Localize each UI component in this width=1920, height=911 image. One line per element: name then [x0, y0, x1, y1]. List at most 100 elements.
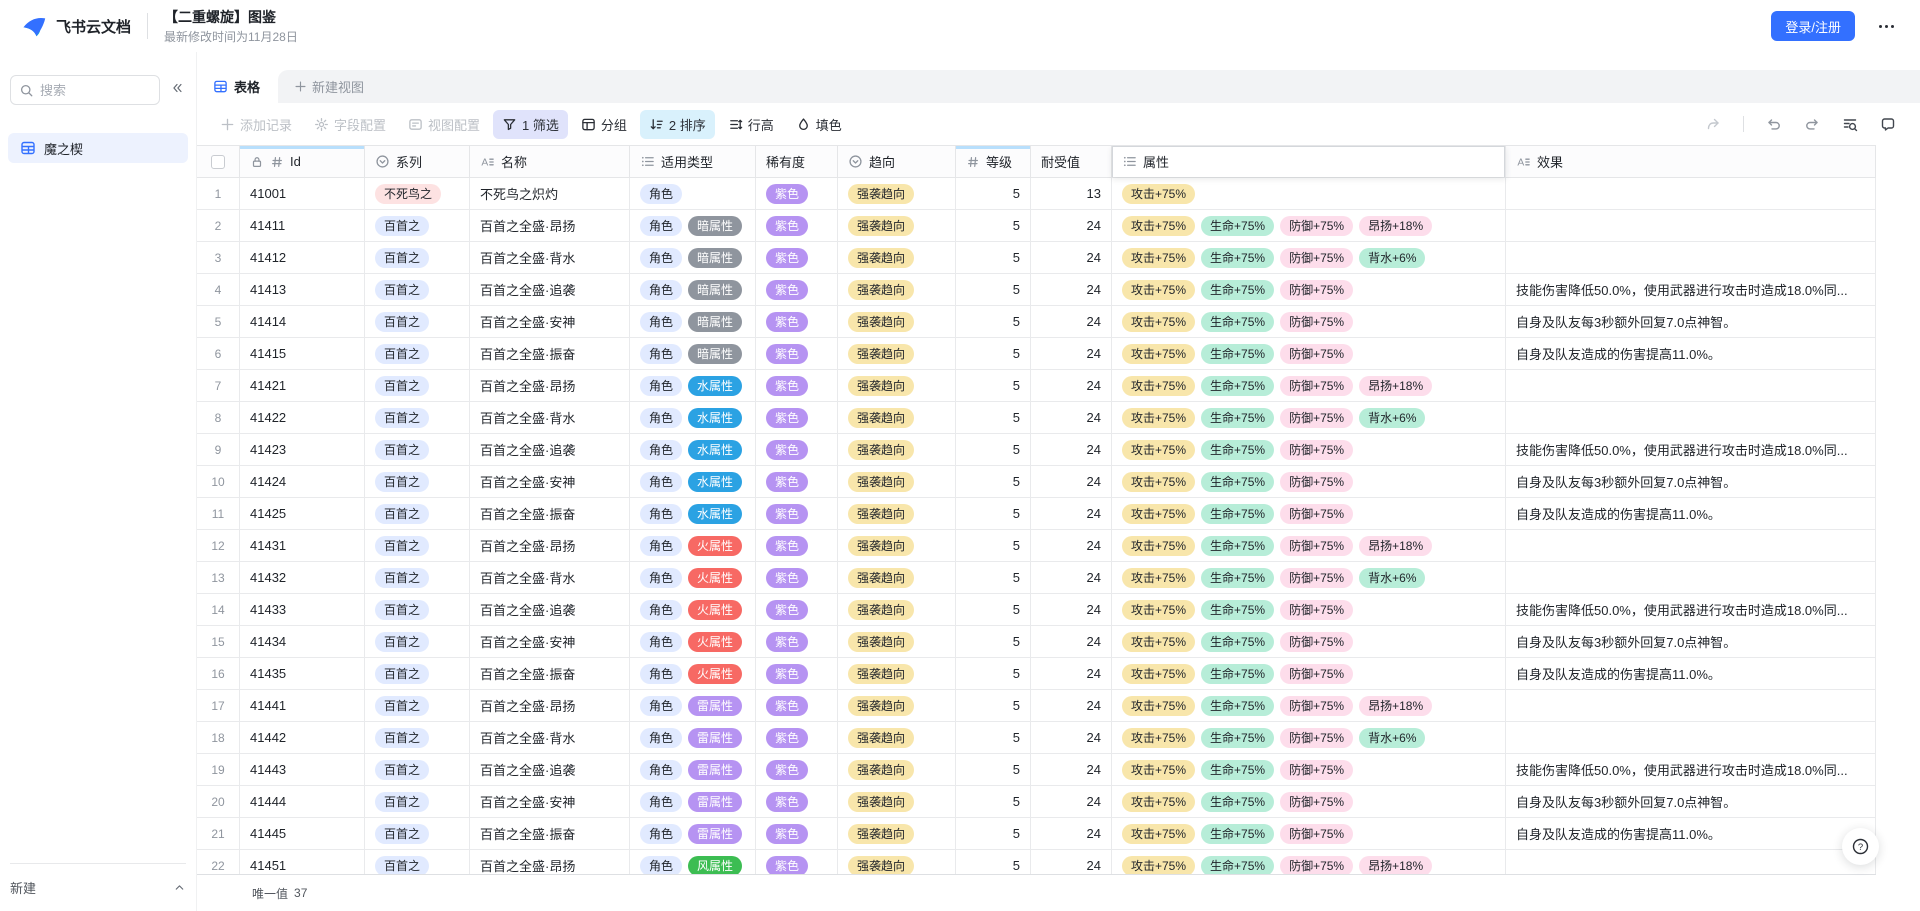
- cell-level[interactable]: 5: [956, 466, 1031, 497]
- tab-grid-view[interactable]: 表格: [197, 70, 278, 103]
- new-view-button[interactable]: 新建视图: [294, 77, 364, 96]
- toolbar-add-record-button[interactable]: 添加记录: [211, 110, 301, 139]
- row-number[interactable]: 21: [197, 818, 240, 849]
- cell-trend[interactable]: 强袭趋向: [838, 498, 956, 529]
- cell-level[interactable]: 5: [956, 498, 1031, 529]
- cell-series[interactable]: 百首之: [365, 786, 470, 817]
- row-number[interactable]: 9: [197, 434, 240, 465]
- cell-attrs[interactable]: 攻击+75%生命+75%防御+75%: [1112, 466, 1506, 497]
- cell-types[interactable]: 角色火属性: [630, 562, 756, 593]
- cell-level[interactable]: 5: [956, 306, 1031, 337]
- cell-level[interactable]: 5: [956, 370, 1031, 401]
- row-number[interactable]: 22: [197, 850, 240, 875]
- cell-attrs[interactable]: 攻击+75%生命+75%防御+75%: [1112, 306, 1506, 337]
- cell-effect[interactable]: 技能伤害降低50.0%，使用武器进行攻击时造成18.0%同...: [1506, 594, 1876, 625]
- cell-types[interactable]: 角色暗属性: [630, 274, 756, 305]
- cell-attrs[interactable]: 攻击+75%生命+75%防御+75%: [1112, 434, 1506, 465]
- row-number[interactable]: 10: [197, 466, 240, 497]
- cell-name[interactable]: 百首之全盛·安神: [470, 306, 630, 337]
- cell-name[interactable]: 百首之全盛·振奋: [470, 498, 630, 529]
- cell-effect[interactable]: 技能伤害降低50.0%，使用武器进行攻击时造成18.0%同...: [1506, 754, 1876, 785]
- cell-effect[interactable]: [1506, 722, 1876, 753]
- cell-series[interactable]: 百首之: [365, 402, 470, 433]
- cell-rarity[interactable]: 紫色: [756, 786, 838, 817]
- more-menu-icon[interactable]: [1873, 19, 1900, 34]
- cell-level[interactable]: 5: [956, 338, 1031, 369]
- cell-id[interactable]: 41421: [240, 370, 365, 401]
- widget-icon[interactable]: [1880, 116, 1896, 132]
- cell-name[interactable]: 百首之全盛·昂扬: [470, 690, 630, 721]
- cell-id[interactable]: 41415: [240, 338, 365, 369]
- toolbar-row-height-button[interactable]: 行高: [719, 110, 783, 139]
- cell-endurance[interactable]: 24: [1031, 818, 1112, 849]
- cell-rarity[interactable]: 紫色: [756, 402, 838, 433]
- cell-name[interactable]: 百首之全盛·安神: [470, 786, 630, 817]
- cell-level[interactable]: 5: [956, 626, 1031, 657]
- cell-endurance[interactable]: 24: [1031, 754, 1112, 785]
- cell-rarity[interactable]: 紫色: [756, 818, 838, 849]
- cell-id[interactable]: 41451: [240, 850, 365, 875]
- cell-name[interactable]: 百首之全盛·昂扬: [470, 210, 630, 241]
- column-header-attrs[interactable]: 属性: [1112, 146, 1506, 177]
- toolbar-field-config-button[interactable]: 字段配置: [305, 110, 395, 139]
- login-register-button[interactable]: 登录/注册: [1771, 11, 1855, 41]
- cell-series[interactable]: 百首之: [365, 242, 470, 273]
- cell-types[interactable]: 角色暗属性: [630, 242, 756, 273]
- cell-types[interactable]: 角色水属性: [630, 498, 756, 529]
- cell-level[interactable]: 5: [956, 594, 1031, 625]
- cell-level[interactable]: 5: [956, 850, 1031, 875]
- cell-endurance[interactable]: 24: [1031, 530, 1112, 561]
- cell-trend[interactable]: 强袭趋向: [838, 530, 956, 561]
- cell-rarity[interactable]: 紫色: [756, 274, 838, 305]
- column-header-series[interactable]: 系列: [365, 146, 470, 177]
- cell-name[interactable]: 百首之全盛·振奋: [470, 658, 630, 689]
- cell-series[interactable]: 百首之: [365, 690, 470, 721]
- cell-series[interactable]: 百首之: [365, 658, 470, 689]
- cell-id[interactable]: 41411: [240, 210, 365, 241]
- cell-name[interactable]: 百首之全盛·安神: [470, 466, 630, 497]
- cell-series[interactable]: 百首之: [365, 562, 470, 593]
- cell-id[interactable]: 41442: [240, 722, 365, 753]
- help-button[interactable]: ?: [1842, 828, 1879, 865]
- cell-attrs[interactable]: 攻击+75%生命+75%防御+75%背水+6%: [1112, 562, 1506, 593]
- toolbar-view-config-button[interactable]: 视图配置: [399, 110, 489, 139]
- cell-endurance[interactable]: 24: [1031, 594, 1112, 625]
- row-number[interactable]: 17: [197, 690, 240, 721]
- cell-trend[interactable]: 强袭趋向: [838, 850, 956, 875]
- cell-effect[interactable]: 自身及队友造成的伤害提高11.0%。: [1506, 338, 1876, 369]
- cell-endurance[interactable]: 24: [1031, 498, 1112, 529]
- row-number[interactable]: 14: [197, 594, 240, 625]
- cell-level[interactable]: 5: [956, 818, 1031, 849]
- cell-effect[interactable]: [1506, 402, 1876, 433]
- cell-level[interactable]: 5: [956, 242, 1031, 273]
- cell-rarity[interactable]: 紫色: [756, 306, 838, 337]
- column-header-id[interactable]: Id: [240, 146, 365, 177]
- cell-types[interactable]: 角色暗属性: [630, 306, 756, 337]
- cell-trend[interactable]: 强袭趋向: [838, 626, 956, 657]
- cell-trend[interactable]: 强袭趋向: [838, 434, 956, 465]
- column-header-trend[interactable]: 趋向: [838, 146, 956, 177]
- cell-series[interactable]: 百首之: [365, 754, 470, 785]
- cell-types[interactable]: 角色火属性: [630, 530, 756, 561]
- cell-id[interactable]: 41431: [240, 530, 365, 561]
- row-number[interactable]: 13: [197, 562, 240, 593]
- cell-rarity[interactable]: 紫色: [756, 210, 838, 241]
- sidebar-new-button[interactable]: 新建: [10, 878, 186, 897]
- cell-effect[interactable]: [1506, 242, 1876, 273]
- cell-attrs[interactable]: 攻击+75%生命+75%防御+75%昂扬+18%: [1112, 530, 1506, 561]
- cell-id[interactable]: 41434: [240, 626, 365, 657]
- cell-rarity[interactable]: 紫色: [756, 754, 838, 785]
- cell-name[interactable]: 百首之全盛·振奋: [470, 338, 630, 369]
- select-all-checkbox[interactable]: [211, 155, 225, 169]
- cell-rarity[interactable]: 紫色: [756, 498, 838, 529]
- cell-endurance[interactable]: 24: [1031, 242, 1112, 273]
- cell-attrs[interactable]: 攻击+75%生命+75%防御+75%: [1112, 594, 1506, 625]
- cell-rarity[interactable]: 紫色: [756, 242, 838, 273]
- cell-name[interactable]: 不死鸟之炽灼: [470, 178, 630, 209]
- row-number[interactable]: 1: [197, 178, 240, 209]
- cell-trend[interactable]: 强袭趋向: [838, 178, 956, 209]
- cell-attrs[interactable]: 攻击+75%生命+75%防御+75%: [1112, 658, 1506, 689]
- cell-level[interactable]: 5: [956, 690, 1031, 721]
- cell-types[interactable]: 角色火属性: [630, 626, 756, 657]
- row-number[interactable]: 11: [197, 498, 240, 529]
